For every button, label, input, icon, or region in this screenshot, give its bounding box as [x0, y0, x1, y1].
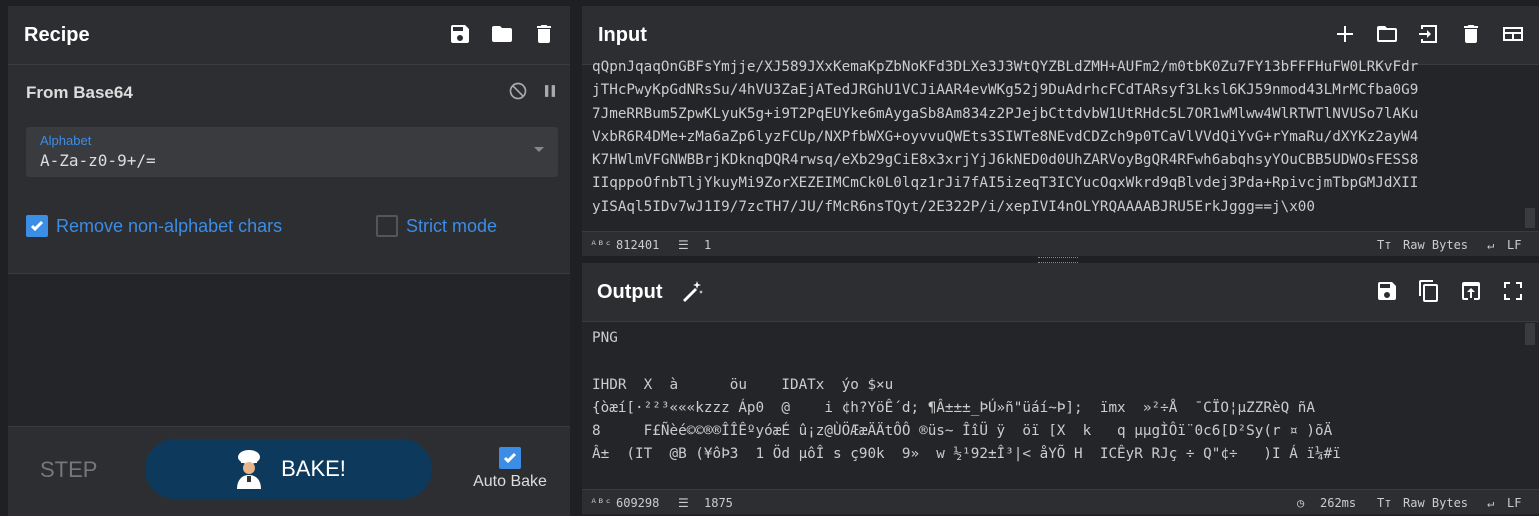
auto-bake-checkbox[interactable]: Auto Bake — [468, 447, 552, 491]
chef-icon — [231, 449, 267, 489]
output-time: 262ms — [1320, 496, 1357, 510]
save-icon[interactable] — [446, 20, 474, 48]
input-scrollbar[interactable] — [1525, 208, 1535, 228]
output-line: {òæí[·²²³«««kzzz Áp0 @ i ¢h?YöÊ´d; ¶Â±±±… — [592, 399, 1316, 416]
encoding-icon[interactable]: Tт — [1377, 496, 1391, 510]
plus-icon[interactable] — [1331, 20, 1359, 48]
lines-icon: ☰ — [678, 496, 689, 510]
recipe-pane: Recipe From Base64 Alphabet A-Za-z0-9+/=… — [8, 6, 570, 516]
folder-icon[interactable] — [488, 20, 516, 48]
remove-nonalpha-checkbox[interactable]: Remove non-alphabet chars — [26, 215, 282, 237]
copy-icon[interactable] — [1415, 277, 1443, 305]
eol-icon[interactable]: ↵ — [1487, 496, 1494, 510]
encoding-icon[interactable]: Tт — [1377, 238, 1391, 252]
step-button[interactable]: STEP — [40, 457, 97, 483]
pause-icon[interactable] — [540, 81, 560, 106]
checkbox-checked-icon[interactable] — [499, 447, 521, 469]
bake-label: BAKE! — [281, 456, 346, 481]
input-pane: Input qQpnJqaqOnGBFsYmjje/XJ589JXxKemaKp… — [582, 6, 1539, 256]
input-line: jTHcPwyKpGdNRsSu/4hVU3ZaEjATedJRGhU1VCJi… — [592, 82, 1419, 99]
alphabet-label: Alphabet — [40, 133, 92, 148]
folder-icon[interactable] — [1373, 20, 1401, 48]
checkbox-unchecked-icon[interactable] — [376, 215, 398, 237]
input-line: yISAql5IDv7wJ1I9/7zcTH7/JU/fMcR6nsTQyt/2… — [592, 198, 1316, 215]
recipe-controls: STEP BAKE! Auto Bake — [8, 426, 570, 516]
output-encoding[interactable]: Raw Bytes — [1403, 496, 1468, 510]
output-line: PNG — [592, 330, 618, 346]
length-icon: ᴬᴮᶜ — [590, 238, 612, 252]
input-line: VxbR6R4DMe+zMa6aZp6lyzFCUp/NXPfbWXG+oyvv… — [592, 128, 1419, 145]
input-line: 7JmeRRBum5ZpwKLyuK5g+i9T2PqEUYke6mAygaSb… — [592, 105, 1419, 122]
checkbox-checked-icon[interactable] — [26, 215, 48, 237]
output-scrollbar[interactable] — [1525, 323, 1535, 345]
disable-icon[interactable] — [508, 81, 528, 106]
trash-icon[interactable] — [1457, 20, 1485, 48]
input-textarea[interactable]: qQpnJqaqOnGBFsYmjje/XJ589JXxKemaKpZbNoKF… — [592, 56, 1521, 226]
trash-icon[interactable] — [530, 20, 558, 48]
layout-icon[interactable] — [1499, 20, 1527, 48]
output-textarea[interactable]: PNG IHDR X à öu IDATx ýo $×u {òæí[·²²³«««… — [592, 327, 1521, 487]
output-statusbar: ᴬᴮᶜ 609298 ☰ 1875 ◷ 262ms Tт Raw Bytes ↵… — [582, 489, 1539, 514]
input-line: qQpnJqaqOnGBFsYmjje/XJ589JXxKemaKpZbNoKF… — [592, 59, 1419, 75]
strict-mode-label: Strict mode — [406, 215, 498, 236]
input-line: K7HWlmVFGNWBBrjKDknqDQR4rwsq/eXb29gCiE8x… — [592, 152, 1419, 169]
strict-mode-checkbox[interactable]: Strict mode — [376, 215, 497, 237]
operation-name: From Base64 — [26, 83, 133, 102]
output-eol[interactable]: LF — [1507, 496, 1521, 510]
output-line: IHDR X à öu IDATx ýo $×u — [592, 376, 894, 393]
output-line: 8 F£Ñèé©©®®ÎÎÊºyóæÉ û¡z@ÙÖÆæÄÄtÔÔ ®üs~ Î… — [592, 423, 1333, 440]
clock-icon: ◷ — [1297, 496, 1305, 510]
operation-from-base64: From Base64 Alphabet A-Za-z0-9+/= Remove… — [8, 65, 570, 274]
output-header: Output — [582, 263, 1539, 322]
output-length: 609298 — [616, 496, 660, 510]
bake-button[interactable]: BAKE! — [145, 439, 432, 499]
output-lines: 1875 — [704, 496, 733, 510]
input-encoding[interactable]: Raw Bytes — [1403, 238, 1468, 252]
input-lines: 1 — [704, 238, 712, 252]
eol-icon[interactable]: ↵ — [1487, 238, 1494, 252]
replace-input-icon[interactable] — [1457, 277, 1485, 305]
lines-icon: ☰ — [678, 238, 689, 252]
recipe-title: Recipe — [24, 24, 90, 46]
import-icon[interactable] — [1415, 20, 1443, 48]
output-title: Output — [597, 281, 663, 303]
magic-wand-icon[interactable] — [680, 279, 704, 308]
alphabet-value: A-Za-z0-9+/= — [40, 151, 156, 170]
output-pane: Output PNG IHDR X à öu IDATx ýo $×u {òæí[… — [582, 263, 1539, 515]
input-statusbar: ᴬᴮᶜ 812401 ☰ 1 Tт Raw Bytes ↵ LF — [582, 231, 1539, 256]
input-line: IIqppoOfnbTljYkuyMi9ZorXEZEIMCmCk0L0lqz1… — [592, 175, 1419, 192]
recipe-header: Recipe — [8, 6, 570, 65]
chevron-down-icon — [534, 147, 544, 152]
input-eol[interactable]: LF — [1507, 238, 1521, 252]
input-title: Input — [598, 24, 647, 46]
auto-bake-label: Auto Bake — [473, 473, 547, 490]
input-length: 812401 — [616, 238, 660, 252]
alphabet-select[interactable]: Alphabet A-Za-z0-9+/= — [26, 127, 558, 177]
output-line: Â± (IT @B (¥ôÞ3 1 Öd µôÎ s ç90k 9» w ½¹9… — [592, 446, 1341, 463]
maximize-icon[interactable] — [1499, 277, 1527, 305]
save-icon[interactable] — [1373, 277, 1401, 305]
remove-nonalpha-label: Remove non-alphabet chars — [56, 215, 283, 236]
length-icon: ᴬᴮᶜ — [590, 496, 612, 510]
